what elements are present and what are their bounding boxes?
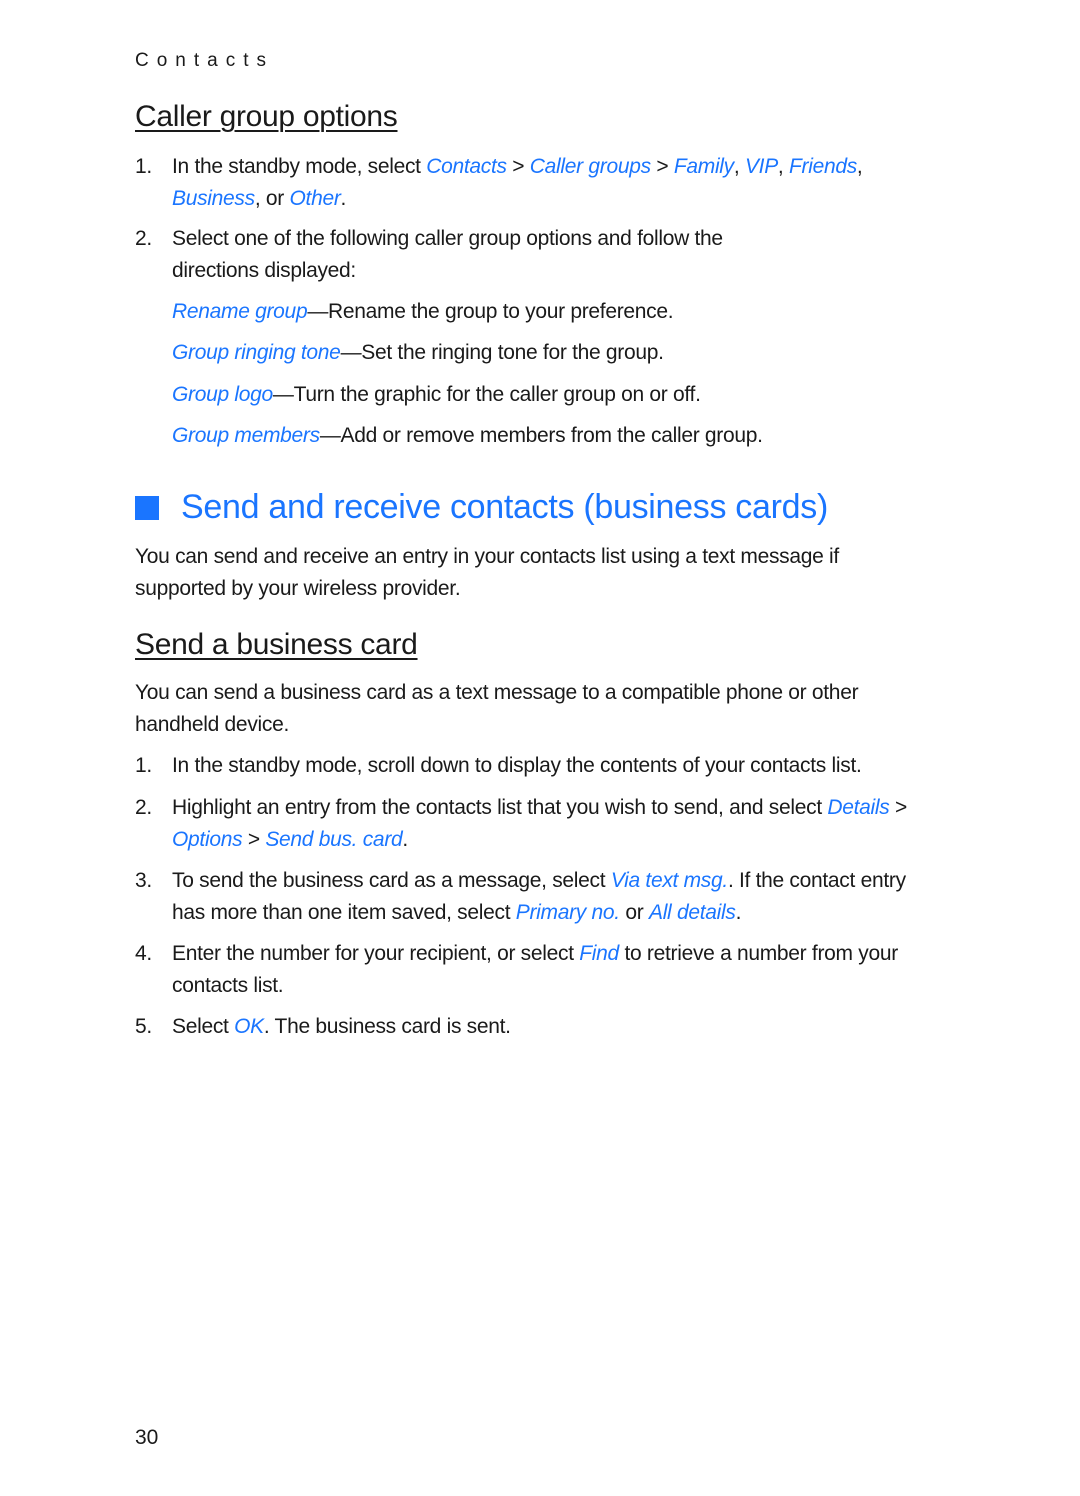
- menu-path-link[interactable]: Find: [579, 942, 619, 965]
- option-group-members: Group members—Add or remove members from…: [172, 420, 932, 452]
- option-desc: —Set the ringing tone for the group.: [340, 341, 664, 364]
- send-card-intro: You can send a business card as a text m…: [135, 681, 859, 736]
- text-run: >: [506, 155, 530, 178]
- send-step-2: 2. Highlight an entry from the contacts …: [135, 792, 925, 856]
- menu-path-link[interactable]: VIP: [745, 155, 778, 178]
- option-name[interactable]: Group ringing tone: [172, 341, 341, 364]
- option-rename-group: Rename group—Rename the group to your pr…: [172, 296, 932, 328]
- text-run: In the standby mode, select: [172, 155, 427, 178]
- text-run: >: [242, 828, 266, 851]
- option-desc: —Turn the graphic for the caller group o…: [272, 383, 701, 406]
- text-run: Enter the number for your recipient, or …: [172, 942, 580, 965]
- send-card-heading: Send a business card: [135, 628, 418, 661]
- text-run: or: [619, 901, 649, 924]
- text-run: .: [402, 828, 408, 851]
- text-run: >: [650, 155, 674, 178]
- send-receive-intro: You can send and receive an entry in you…: [135, 545, 839, 600]
- step-number: 5.: [135, 1015, 152, 1038]
- option-desc: —Rename the group to your preference.: [307, 300, 674, 323]
- text-run: .: [735, 901, 742, 924]
- step-text: In the standby mode, select Contacts > C…: [172, 151, 925, 215]
- page-number: 30: [135, 1426, 159, 1449]
- menu-path-link[interactable]: All details: [649, 901, 736, 924]
- menu-path-link[interactable]: Family: [674, 155, 734, 178]
- menu-path-link[interactable]: Friends: [789, 155, 857, 178]
- send-receive-heading-text: Send and receive contacts (business card…: [181, 488, 828, 526]
- caller-group-heading: Caller group options: [135, 100, 398, 133]
- send-step-1: 1. In the standby mode, scroll down to d…: [135, 750, 925, 782]
- menu-path-link[interactable]: Caller groups: [530, 155, 651, 178]
- menu-path-link[interactable]: Details: [827, 796, 889, 819]
- text-run: To send the business card as a message, …: [172, 869, 611, 892]
- menu-path-link[interactable]: Primary no.: [516, 901, 620, 924]
- option-group-ringing-tone: Group ringing tone—Set the ringing tone …: [172, 337, 932, 369]
- step-number: 1.: [135, 155, 152, 178]
- menu-path-link[interactable]: Contacts: [426, 155, 507, 178]
- menu-path-link[interactable]: Other: [290, 187, 341, 210]
- menu-path-link[interactable]: Via text msg.: [611, 869, 728, 892]
- menu-path-link[interactable]: Send bus. card: [265, 828, 402, 851]
- option-desc: —Add or remove members from the caller g…: [319, 424, 763, 447]
- option-name[interactable]: Rename group: [172, 300, 308, 323]
- step-text: Select OK. The business card is sent.: [172, 1011, 925, 1043]
- text-run: Highlight an entry from the contacts lis…: [172, 796, 828, 819]
- menu-path-link[interactable]: OK: [234, 1015, 264, 1038]
- text-run: ,: [856, 155, 863, 178]
- caller-step-2: 2. Select one of the following caller gr…: [135, 223, 925, 287]
- step-number: 2.: [135, 227, 152, 250]
- step-number: 1.: [135, 754, 152, 777]
- text-run: Select one of the following caller group…: [172, 227, 723, 282]
- option-name[interactable]: Group members: [172, 424, 320, 447]
- send-step-3: 3. To send the business card as a messag…: [135, 865, 925, 929]
- option-group-logo: Group logo—Turn the graphic for the call…: [172, 379, 932, 411]
- caller-step-1: 1. In the standby mode, select Contacts …: [135, 151, 925, 215]
- text-run: >: [889, 796, 907, 819]
- text-run: .: [340, 187, 347, 210]
- step-number: 3.: [135, 869, 152, 892]
- text-run: Select: [172, 1015, 235, 1038]
- step-text: Enter the number for your recipient, or …: [172, 938, 925, 1002]
- option-name[interactable]: Group logo: [172, 383, 273, 406]
- text-run: ,: [733, 155, 745, 178]
- menu-path-link[interactable]: Options: [172, 828, 243, 851]
- send-step-5: 5. Select OK. The business card is sent.: [135, 1011, 925, 1043]
- step-text: In the standby mode, scroll down to disp…: [172, 750, 925, 782]
- step-text: To send the business card as a message, …: [172, 865, 925, 929]
- step-text: Select one of the following caller group…: [172, 223, 792, 287]
- section-bullet-icon: [135, 495, 159, 520]
- text-run: . The business card is sent.: [263, 1015, 511, 1038]
- text-run: ,: [777, 155, 789, 178]
- send-receive-heading: Send and receive contacts (business card…: [135, 488, 828, 527]
- step-number: 4.: [135, 942, 152, 965]
- running-head: Contacts: [135, 50, 274, 71]
- text-run: , or: [254, 187, 290, 210]
- text-run: In the standby mode, scroll down to disp…: [172, 754, 862, 777]
- step-text: Highlight an entry from the contacts lis…: [172, 792, 925, 856]
- menu-path-link[interactable]: Business: [172, 187, 255, 210]
- send-step-4: 4. Enter the number for your recipient, …: [135, 938, 925, 1002]
- step-number: 2.: [135, 796, 152, 819]
